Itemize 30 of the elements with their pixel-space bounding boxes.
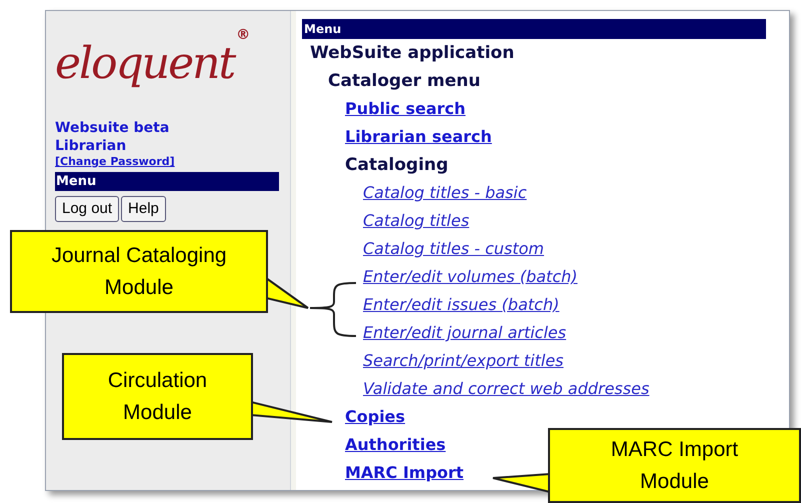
menu-link[interactable]: Catalog titles - custom xyxy=(363,238,544,260)
bracket xyxy=(309,282,356,337)
menu-header: Menu xyxy=(55,172,279,191)
menu-link[interactable]: Enter/edit issues (batch) xyxy=(363,294,560,316)
sidebar-button[interactable]: Help xyxy=(121,196,166,222)
callout-pointer xyxy=(492,472,551,494)
menu-link[interactable]: Search/print/export titles xyxy=(363,350,564,372)
callout: MARC Import Module xyxy=(548,428,801,503)
menu-heading: Cataloger menu xyxy=(328,70,481,92)
registered-mark: ® xyxy=(236,26,250,45)
product-name: Websuite beta xyxy=(55,119,170,137)
menu-link[interactable]: Copies xyxy=(345,406,406,428)
menu-link[interactable]: Catalog titles xyxy=(363,210,470,232)
callout: Circulation Module xyxy=(62,353,253,440)
menu-link[interactable]: Enter/edit volumes (batch) xyxy=(363,266,578,288)
menu-link[interactable]: Validate and correct web addresses xyxy=(363,378,650,400)
user-role: Librarian xyxy=(55,137,126,155)
menu-link[interactable]: Authorities xyxy=(345,434,446,456)
menu-link[interactable]: Librarian search xyxy=(345,126,492,148)
callout: Journal Cataloging Module xyxy=(10,230,268,313)
menu-link[interactable]: Enter/edit journal articles xyxy=(363,322,566,344)
menu-link[interactable]: Public search xyxy=(345,98,466,120)
menu-header: Menu xyxy=(302,19,766,39)
logo-wordmark: eloquent xyxy=(55,37,234,91)
change-password-link[interactable]: [Change Password] xyxy=(55,155,175,169)
sidebar-button[interactable]: Log out xyxy=(55,196,120,222)
menu-link[interactable]: MARC Import xyxy=(345,462,464,484)
menu-link[interactable]: Catalog titles - basic xyxy=(363,182,527,204)
menu-heading: WebSuite application xyxy=(310,42,514,64)
menu-heading: Cataloging xyxy=(345,154,448,176)
